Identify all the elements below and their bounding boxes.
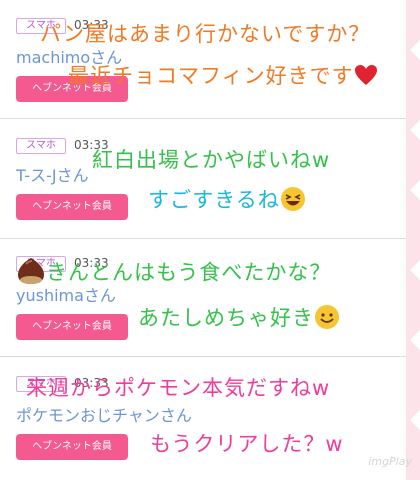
handwriting-line-3: 紅白出場とかやばいねw [92, 148, 331, 172]
device-tag: スマホ [16, 138, 66, 154]
handwriting-line-2: 最近チョコマフィン好きです [68, 60, 378, 91]
handwriting-line-2-text: 最近チョコマフィン好きです [68, 64, 354, 88]
member-button[interactable]: ヘブンネット会員 [16, 194, 128, 220]
decorative-edge [406, 0, 420, 480]
handwriting-line-6: あたしめちゃ好き [138, 302, 340, 335]
handwriting-line-7: 来週からポケモン本気だすねw [26, 372, 330, 402]
edge-triangles-icon [410, 40, 420, 430]
smiling-face-icon [314, 304, 340, 335]
handwriting-line-8: もうクリアした？w [150, 432, 344, 456]
heart-icon [354, 64, 378, 91]
chestnut-icon [16, 256, 46, 291]
handwriting-line-4-text: すごすきるね [148, 188, 280, 212]
handwriting-line-6-text: あたしめちゃ好き [138, 306, 314, 330]
handwriting-line-5: きんとんはもう食べたかな？ [16, 256, 331, 291]
watermark: imgPlay [368, 455, 412, 468]
handwriting-line-5-text: きんとんはもう食べたかな？ [46, 260, 332, 285]
laughing-face-icon [280, 186, 306, 217]
list-item: スマホ 03:33 T-ス-Jさん ヘブンネット会員 [0, 118, 406, 239]
username[interactable]: T-ス-Jさん [16, 162, 89, 186]
member-button[interactable]: ヘブンネット会員 [16, 434, 128, 460]
handwriting-line-1: パン屋はあまり行かないですか？ [40, 22, 371, 46]
member-button[interactable]: ヘブンネット会員 [16, 314, 128, 340]
handwriting-line-7-text: 来週からポケモン本気だすねw [26, 376, 331, 400]
username[interactable]: ポケモンおじチャンさん [16, 402, 192, 426]
handwriting-line-4: すごすきるね [148, 184, 306, 217]
